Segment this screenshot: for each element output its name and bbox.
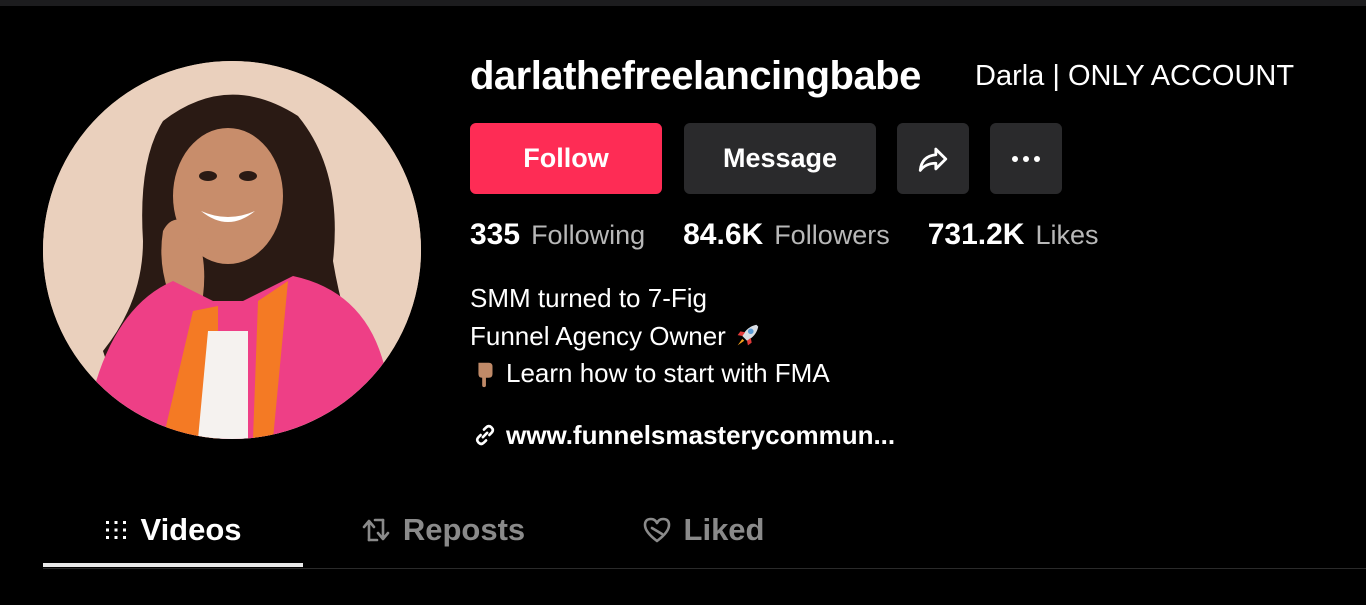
profile-stats: 335 Following 84.6K Followers 731.2K Lik… xyxy=(470,218,1137,258)
pointing-down-icon xyxy=(478,362,493,387)
heart-icon xyxy=(643,517,670,543)
repost-icon xyxy=(362,518,390,542)
stat-following-value: 335 xyxy=(470,218,521,251)
bio-line-3: Learn how to start with FMA xyxy=(470,355,830,393)
stat-followers[interactable]: 84.6K Followers xyxy=(683,218,890,252)
bio-line-1-text: SMM turned to 7-Fig xyxy=(470,283,707,313)
profile-nickname: Darla | ONLY ACCOUNT xyxy=(975,60,1295,92)
share-arrow-icon xyxy=(918,147,948,172)
stat-likes: 731.2K Likes xyxy=(928,218,1099,252)
active-tab-indicator xyxy=(43,563,303,567)
stat-followers-label: Followers xyxy=(774,220,890,250)
bio-line-2: Funnel Agency Owner xyxy=(470,318,830,356)
top-bar xyxy=(0,0,1366,6)
share-button[interactable] xyxy=(897,123,969,194)
avatar[interactable] xyxy=(43,61,421,439)
tab-reposts-label: Reposts xyxy=(402,512,526,547)
grid-icon xyxy=(106,521,127,539)
follow-button[interactable]: Follow xyxy=(470,123,662,194)
message-button[interactable]: Message xyxy=(684,123,876,194)
profile-username: darlathefreelancingbabe xyxy=(470,54,921,98)
more-button[interactable] xyxy=(990,123,1062,194)
tab-reposts[interactable]: Reposts xyxy=(343,495,543,565)
stat-likes-label: Likes xyxy=(1035,220,1099,250)
tab-videos-label: Videos xyxy=(140,512,242,547)
avatar-image xyxy=(43,61,421,439)
bio-line-1: SMM turned to 7-Fig xyxy=(470,280,830,318)
stat-followers-value: 84.6K xyxy=(683,218,764,251)
bio-line-2-text: Funnel Agency Owner xyxy=(470,320,726,351)
profile-link[interactable]: www.funnelsmasterycommun... xyxy=(472,417,895,453)
profile-bio: SMM turned to 7-Fig Funnel Agency Owner … xyxy=(470,280,830,393)
tab-liked-label: Liked xyxy=(683,512,765,547)
stat-likes-value: 731.2K xyxy=(927,218,1025,251)
profile-tabs: Videos Reposts Liked xyxy=(43,495,1366,569)
link-icon xyxy=(475,424,495,446)
tab-liked[interactable]: Liked xyxy=(628,495,778,565)
bio-line-3-text: Learn how to start with FMA xyxy=(506,358,830,388)
more-dots-icon xyxy=(1012,155,1040,162)
profile-link-text: www.funnelsmasterycommun... xyxy=(506,419,896,450)
stat-following[interactable]: 335 Following xyxy=(470,218,645,252)
stat-following-label: Following xyxy=(531,220,646,250)
rocket-icon xyxy=(737,325,759,346)
tab-videos[interactable]: Videos xyxy=(43,495,303,565)
